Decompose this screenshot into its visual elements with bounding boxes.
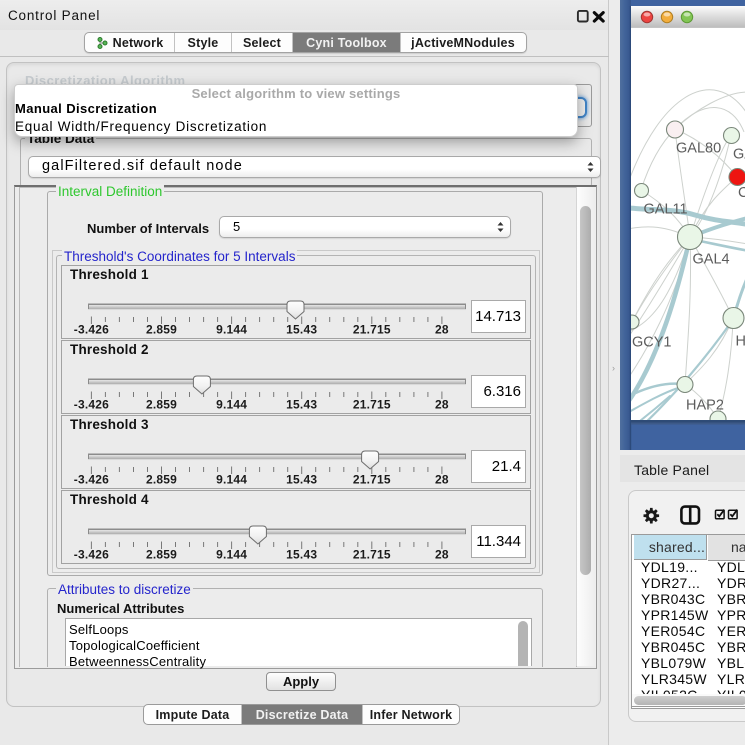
svg-text:-3.426: -3.426 xyxy=(74,473,109,487)
svg-text:28: 28 xyxy=(435,323,449,337)
svg-text:2.859: 2.859 xyxy=(146,473,177,487)
svg-text:9.144: 9.144 xyxy=(216,473,247,487)
svg-text:28: 28 xyxy=(435,473,449,487)
svg-text:21.715: 21.715 xyxy=(353,473,391,487)
svg-text:9.144: 9.144 xyxy=(216,548,247,562)
svg-text:CY: CY xyxy=(738,185,745,201)
svg-text:15.43: 15.43 xyxy=(286,398,317,412)
svg-text:2.859: 2.859 xyxy=(146,548,177,562)
svg-text:GAL4: GAL4 xyxy=(693,252,730,268)
svg-text:21.715: 21.715 xyxy=(353,323,391,337)
svg-text:GAL11: GAL11 xyxy=(644,202,688,218)
svg-text:9.144: 9.144 xyxy=(216,323,247,337)
svg-text:-3.426: -3.426 xyxy=(74,548,109,562)
svg-text:9.144: 9.144 xyxy=(216,398,247,412)
svg-text:2.859: 2.859 xyxy=(146,398,177,412)
svg-text:28: 28 xyxy=(435,398,449,412)
svg-text:28: 28 xyxy=(435,548,449,562)
svg-text:2.859: 2.859 xyxy=(146,323,177,337)
svg-text:15.43: 15.43 xyxy=(286,473,317,487)
svg-text:15.43: 15.43 xyxy=(286,548,317,562)
svg-text:15.43: 15.43 xyxy=(286,323,317,337)
svg-text:-3.426: -3.426 xyxy=(74,398,109,412)
svg-text:HAP2: HAP2 xyxy=(686,398,724,414)
svg-text:GCY1: GCY1 xyxy=(632,335,672,351)
svg-text:GA: GA xyxy=(733,147,745,163)
svg-text:21.715: 21.715 xyxy=(353,398,391,412)
svg-text:21.715: 21.715 xyxy=(353,548,391,562)
svg-text:-3.426: -3.426 xyxy=(74,323,109,337)
svg-text:GAL80: GAL80 xyxy=(676,141,721,157)
svg-text:H: H xyxy=(736,334,745,350)
